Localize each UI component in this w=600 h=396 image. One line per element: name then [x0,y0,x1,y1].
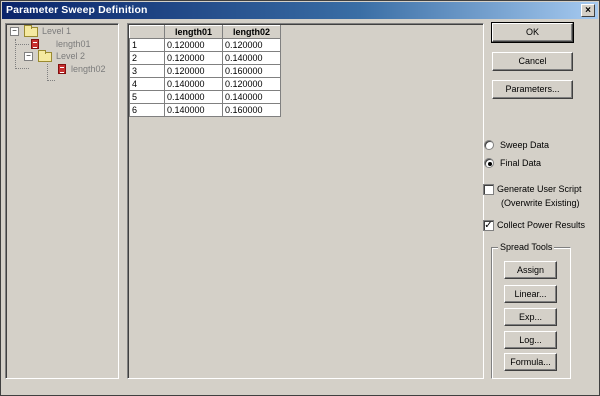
parameter-icon [31,39,39,49]
parameter-sweep-dialog: Parameter Sweep Definition × − Level 1 l… [0,0,600,396]
sweep-data-label: Sweep Data [500,140,550,150]
parameters-button-label: Parameters... [505,84,560,94]
parameters-button[interactable]: Parameters... [492,80,573,99]
log-button-label: Log... [519,335,542,345]
sweep-data-option[interactable]: Sweep Data [484,139,584,153]
assign-button-label: Assign [516,265,544,275]
grid-corner[interactable] [129,25,165,39]
grid-cell[interactable]: 0.140000 [164,77,223,91]
row-number[interactable]: 5 [129,90,165,104]
final-data-radio[interactable] [484,158,494,168]
folder-icon [38,50,52,62]
sweep-grid[interactable]: length01 length02 1 0.120000 0.120000 2 … [129,25,281,117]
exp-button[interactable]: Exp... [504,308,557,326]
grid-cell[interactable]: 0.120000 [164,51,223,65]
collect-power-option[interactable]: ✓ Collect Power Results [483,219,595,233]
log-button[interactable]: Log... [504,331,557,349]
formula-button[interactable]: Formula... [504,353,557,371]
row-number[interactable]: 3 [129,64,165,78]
sweep-grid-panel: length01 length02 1 0.120000 0.120000 2 … [127,23,484,379]
row-number[interactable]: 1 [129,38,165,52]
tree-node-level1[interactable]: − Level 1 [7,25,117,37]
grid-cell[interactable]: 0.160000 [222,103,281,117]
generate-script-checkbox[interactable] [483,184,494,195]
window-title: Parameter Sweep Definition [6,4,148,16]
collapse-icon[interactable]: − [24,52,33,61]
collect-power-checkbox[interactable]: ✓ [483,220,494,231]
linear-button[interactable]: Linear... [504,285,557,303]
collect-power-label: Collect Power Results [497,220,586,230]
grid-cell[interactable]: 0.140000 [222,90,281,104]
table-row: 4 0.140000 0.120000 [129,77,281,91]
table-row: 2 0.120000 0.140000 [129,51,281,65]
sweep-data-radio[interactable] [484,140,494,150]
column-header-length02[interactable]: length02 [222,25,281,39]
generate-script-label: Generate User Script [497,184,582,194]
grid-cell[interactable]: 0.120000 [164,38,223,52]
table-row: 5 0.140000 0.140000 [129,90,281,104]
grid-cell[interactable]: 0.120000 [222,38,281,52]
row-number[interactable]: 2 [129,51,165,65]
title-bar: Parameter Sweep Definition × [2,2,598,19]
formula-button-label: Formula... [510,357,551,367]
table-row: 6 0.140000 0.160000 [129,103,281,117]
assign-button[interactable]: Assign [504,261,557,279]
exp-button-label: Exp... [518,312,542,322]
overwrite-existing-label: (Overwrite Existing) [501,198,580,208]
table-row: 3 0.120000 0.160000 [129,64,281,78]
sweep-tree[interactable]: − Level 1 length01 − Level 2 length02 [5,23,119,379]
close-button[interactable]: × [581,4,595,17]
grid-cell[interactable]: 0.140000 [164,103,223,117]
spread-tools-title: Spread Tools [498,242,555,252]
ok-button[interactable]: OK [491,22,574,43]
tree-node-level2[interactable]: − Level 2 [7,50,117,62]
table-row: 1 0.120000 0.120000 [129,38,281,52]
cancel-button-label: Cancel [518,56,547,66]
ok-button-label: OK [525,27,539,37]
linear-button-label: Linear... [514,289,547,299]
collapse-icon[interactable]: − [10,27,19,36]
grid-cell[interactable]: 0.120000 [222,77,281,91]
column-header-length01[interactable]: length01 [164,25,223,39]
final-data-option[interactable]: Final Data [484,157,584,171]
tree-node-label: Level 2 [56,51,86,61]
tree-node-label: Level 1 [42,26,72,36]
grid-cell[interactable]: 0.140000 [222,51,281,65]
cancel-button[interactable]: Cancel [492,52,573,71]
parameter-icon [58,64,66,74]
grid-cell[interactable]: 0.160000 [222,64,281,78]
final-data-label: Final Data [500,158,542,168]
tree-node-length01[interactable]: length01 [7,38,117,50]
tree-node-length02[interactable]: length02 [7,63,117,75]
tree-node-label: length02 [71,64,106,74]
row-number[interactable]: 6 [129,103,165,117]
generate-script-option[interactable]: Generate User Script (Overwrite Existing… [483,183,595,211]
grid-cell[interactable]: 0.140000 [164,90,223,104]
grid-cell[interactable]: 0.120000 [164,64,223,78]
row-number[interactable]: 4 [129,77,165,91]
folder-icon [24,25,38,37]
tree-node-label: length01 [56,39,91,49]
